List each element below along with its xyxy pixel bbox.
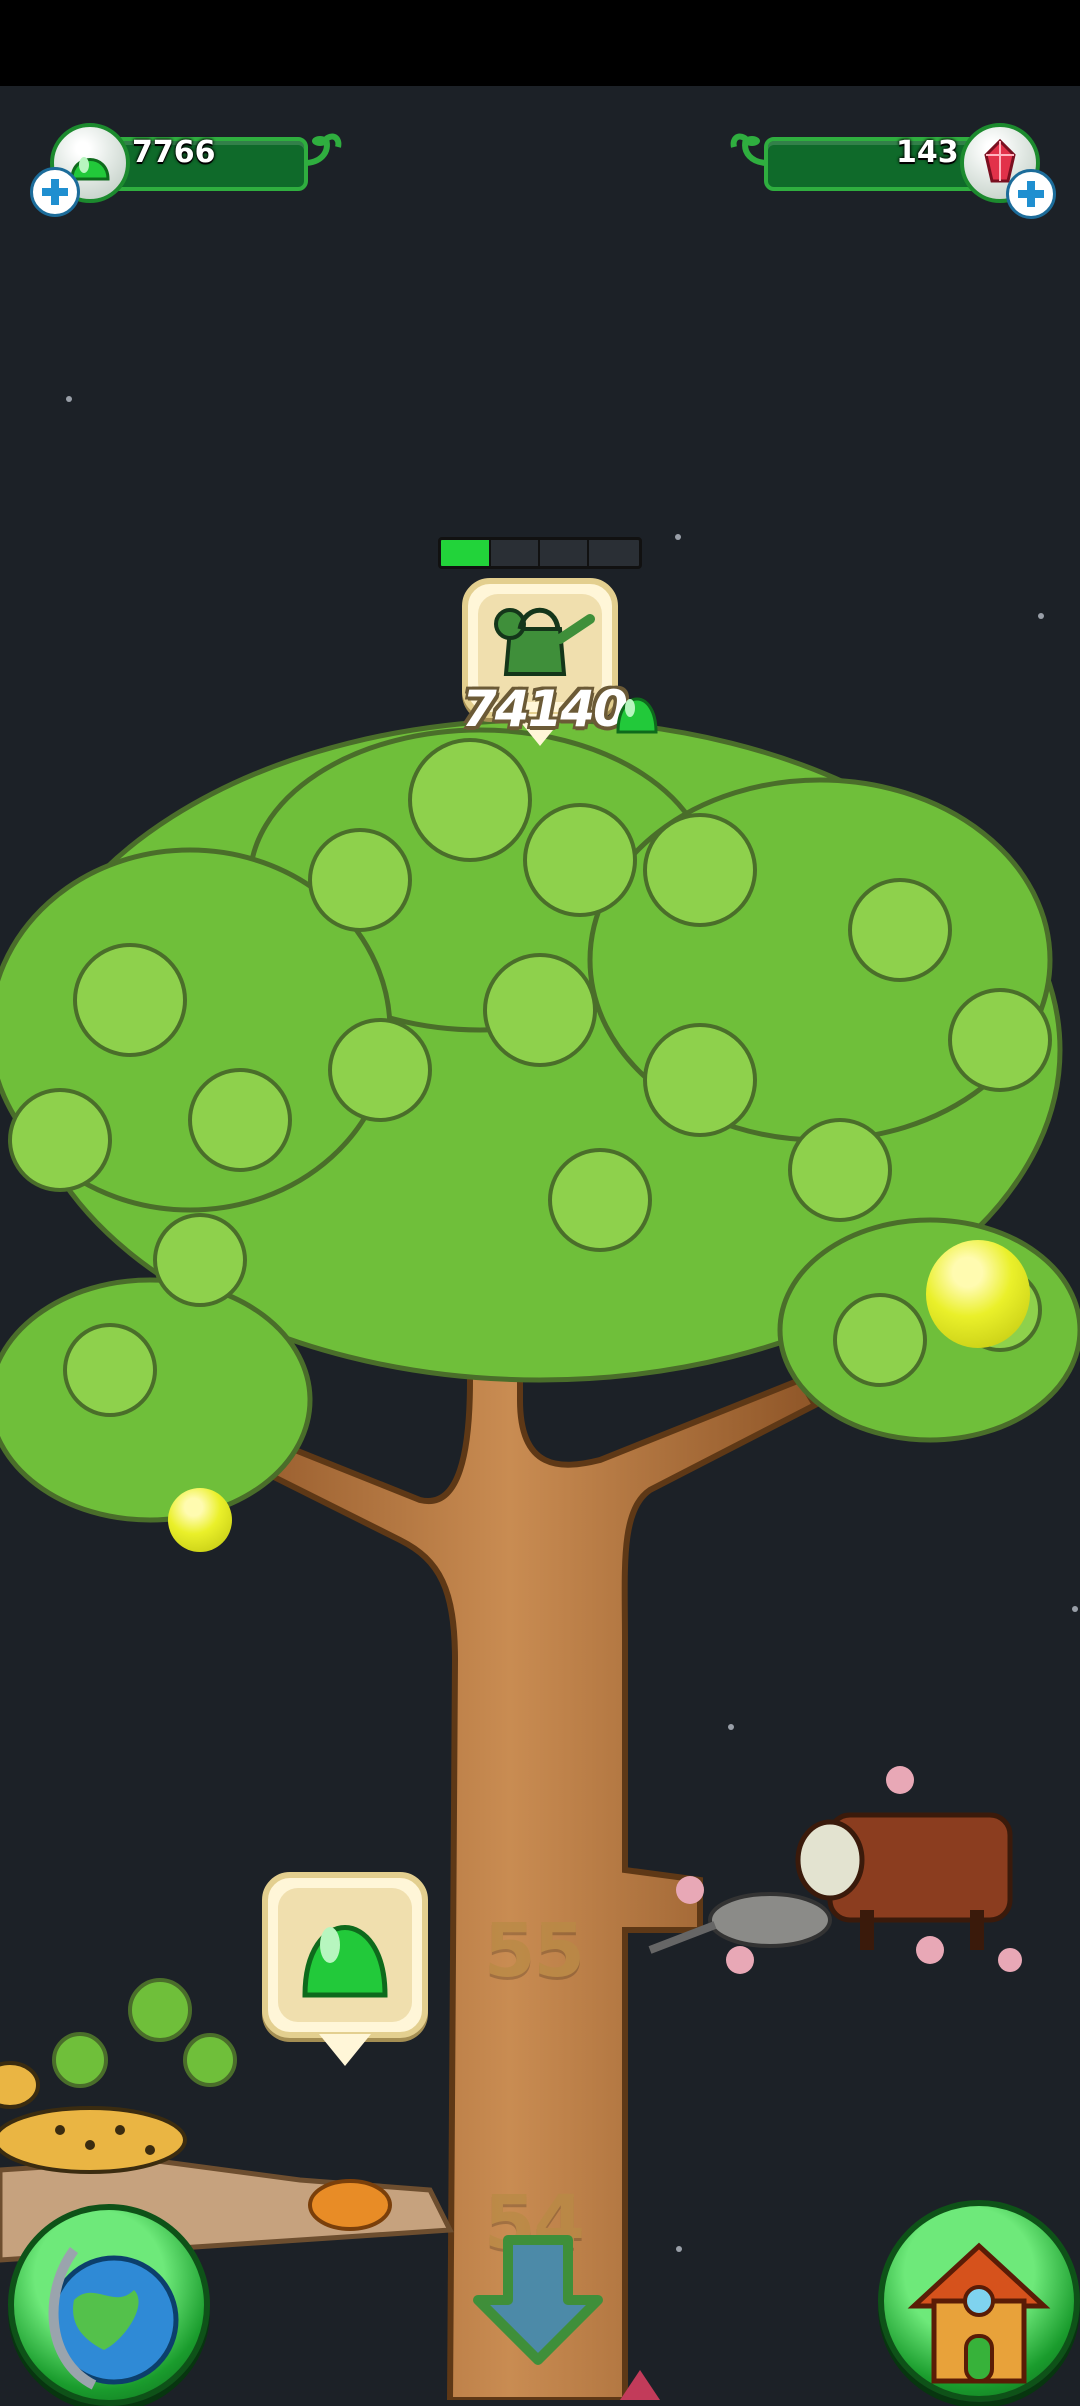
green-gel-icon bbox=[614, 684, 660, 738]
snail bbox=[308, 2179, 392, 2231]
vine-decoration bbox=[303, 133, 342, 166]
cow bbox=[795, 1812, 1013, 1950]
tree-level-label: 55 bbox=[484, 1908, 585, 1994]
add-gel-button[interactable] bbox=[30, 167, 80, 217]
down-arrow-icon bbox=[473, 2235, 603, 2365]
tree bbox=[0, 717, 1080, 2400]
golden-fruit[interactable] bbox=[926, 1240, 1030, 1348]
gel-counter[interactable]: 7766 bbox=[30, 123, 350, 217]
world-map-button[interactable] bbox=[8, 2204, 210, 2406]
upgrade-cost: 74140 bbox=[462, 680, 628, 738]
add-gems-button[interactable] bbox=[1006, 169, 1056, 219]
upgrade-progress-fill bbox=[441, 540, 491, 566]
home-button[interactable] bbox=[878, 2200, 1080, 2402]
gem-counter[interactable]: 143 bbox=[728, 123, 1058, 219]
plus-icon bbox=[1018, 181, 1044, 207]
plus-icon bbox=[42, 179, 68, 205]
golden-fruit[interactable] bbox=[168, 1488, 232, 1552]
gem-count: 143 bbox=[896, 135, 959, 170]
watering-can-icon bbox=[494, 607, 595, 676]
scroll-down-button[interactable] bbox=[468, 2230, 608, 2370]
upgrade-progress-bar bbox=[438, 537, 642, 569]
house-icon bbox=[907, 2242, 1051, 2384]
green-gel-icon bbox=[302, 1925, 388, 1998]
globe-icon bbox=[48, 2247, 179, 2390]
gel-count: 7766 bbox=[132, 135, 216, 170]
collect-gel-button[interactable] bbox=[262, 1872, 428, 2066]
